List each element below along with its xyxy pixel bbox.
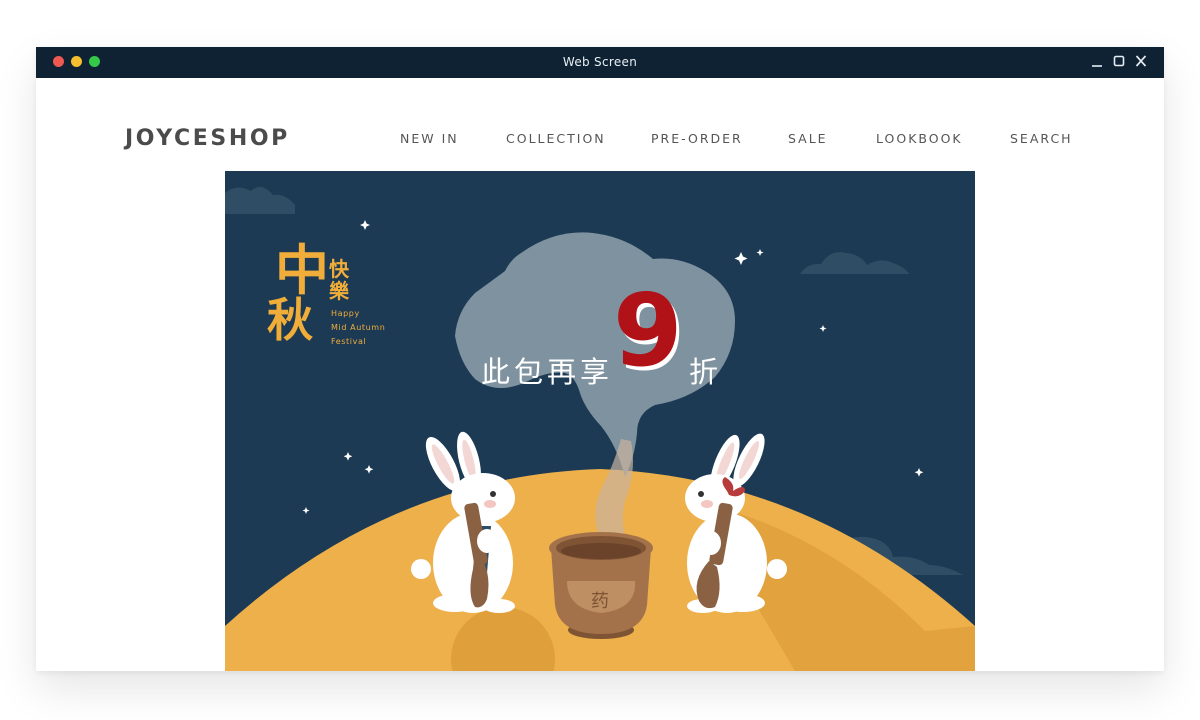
web-page: JOYCESHOP NEW IN COLLECTION PRE-ORDER SA… (36, 78, 1164, 671)
main-nav: NEW IN COLLECTION PRE-ORDER SALE LOOKBOO… (36, 131, 1164, 151)
nav-lookbook[interactable]: LOOKBOOK (876, 131, 963, 146)
nav-sale[interactable]: SALE (788, 131, 828, 146)
festival-en-line-1: Happy (331, 309, 360, 318)
promo-prefix: 此包再享 (481, 355, 614, 389)
cloud-top-left (225, 186, 295, 214)
mortar-label: 药 (591, 591, 609, 612)
festival-cn-side-2: 樂 (329, 279, 349, 303)
close-icon[interactable] (1134, 53, 1148, 69)
nav-search[interactable]: SEARCH (1010, 131, 1073, 146)
nav-collection[interactable]: COLLECTION (506, 131, 606, 146)
festival-en-line-2: Mid Autumn (331, 323, 386, 332)
nav-pre-order[interactable]: PRE-ORDER (651, 131, 743, 146)
mortar-bowl (549, 532, 653, 639)
browser-window: Web Screen JOYCESHOP NEW IN COLLECTION P… (36, 47, 1164, 671)
promo-number: 9 (613, 272, 683, 389)
title-bar: Web Screen (36, 47, 1164, 78)
cloud-right (800, 252, 909, 274)
promo-suffix: 折 (689, 355, 723, 389)
nav-new-in[interactable]: NEW IN (400, 131, 459, 146)
festival-cn-main-2: 秋 (267, 293, 313, 347)
window-controls (1090, 53, 1148, 69)
maximize-icon[interactable] (1112, 53, 1126, 69)
festival-en-line-3: Festival (331, 337, 367, 346)
minimize-icon[interactable] (1090, 53, 1104, 69)
window-title: Web Screen (562, 55, 638, 69)
promo-banner[interactable]: 中 秋 快 樂 Happy Mid Autumn Festival 此包再享 9… (225, 171, 975, 671)
